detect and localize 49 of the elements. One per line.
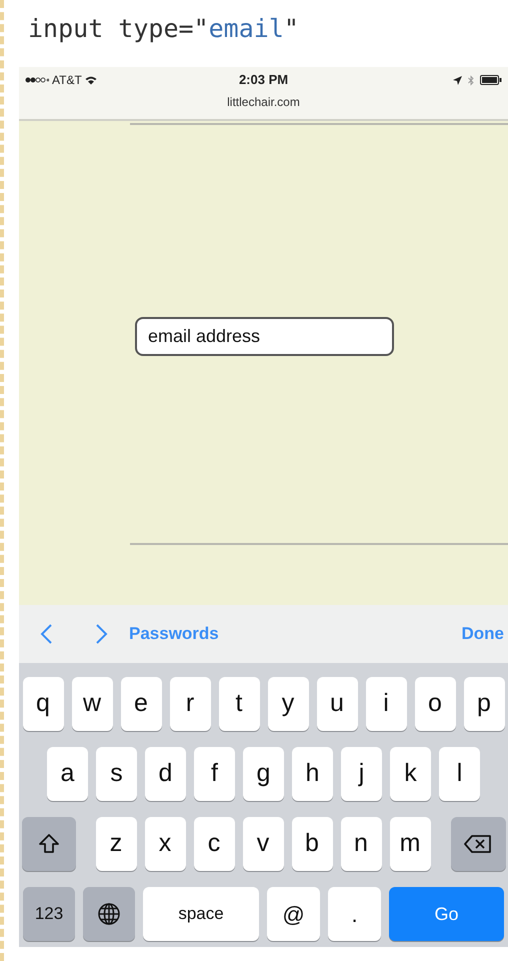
letter-key[interactable]: w (72, 677, 112, 731)
shift-key[interactable] (22, 817, 76, 871)
letter-key[interactable]: m (390, 817, 430, 871)
letter-key[interactable]: x (144, 817, 186, 871)
symbol-key[interactable]: @ (267, 887, 320, 941)
letter-key[interactable]: j (341, 747, 382, 801)
letter-key[interactable]: y (268, 677, 308, 731)
letter-key[interactable]: c (194, 817, 234, 871)
bluetooth-icon (468, 74, 474, 86)
globe-key[interactable] (83, 887, 135, 941)
clock-time: 2:03 PM (238, 71, 288, 90)
letter-key[interactable]: z (96, 817, 136, 871)
backspace-key[interactable] (450, 817, 506, 871)
letter-key[interactable]: n (340, 817, 382, 871)
shift-icon (38, 833, 60, 855)
letter-key[interactable]: p (464, 677, 504, 731)
code-heading: input type="email" (28, 16, 299, 41)
letter-key[interactable]: e (120, 677, 162, 731)
carrier-label: AT&T (52, 72, 82, 89)
letter-key[interactable]: f (194, 747, 235, 801)
letter-key[interactable]: a (47, 747, 88, 801)
letter-key[interactable]: u (316, 677, 358, 731)
wifi-icon (84, 76, 97, 84)
symbol-key[interactable]: . (328, 887, 381, 941)
letter-key[interactable]: l (439, 747, 480, 801)
letter-key[interactable]: t (218, 677, 260, 731)
letter-key[interactable]: q (22, 677, 64, 731)
url-text: littlechair.com (227, 94, 300, 111)
email-field[interactable]: email address (135, 317, 394, 356)
letter-key[interactable]: k (390, 747, 431, 801)
letter-key[interactable]: v (242, 817, 284, 871)
letter-key[interactable]: o (414, 677, 456, 731)
battery-icon (480, 75, 502, 85)
letter-key[interactable]: s (96, 747, 137, 801)
space-key[interactable]: space (143, 887, 259, 941)
letter-key[interactable]: i (366, 677, 406, 731)
numbers-key[interactable]: 123 (23, 887, 75, 941)
letter-key[interactable]: g (243, 747, 284, 801)
letter-key[interactable]: r (170, 677, 210, 731)
chevron-left-icon (39, 623, 53, 645)
letter-key[interactable]: d (145, 747, 186, 801)
go-key[interactable]: Go (389, 887, 504, 941)
letter-key[interactable]: b (292, 817, 332, 871)
chevron-right-icon (95, 623, 109, 645)
location-icon (453, 76, 462, 84)
globe-icon (97, 902, 121, 926)
letter-key[interactable]: h (292, 747, 333, 801)
signal-icon (25, 77, 49, 83)
backspace-icon (464, 834, 492, 854)
